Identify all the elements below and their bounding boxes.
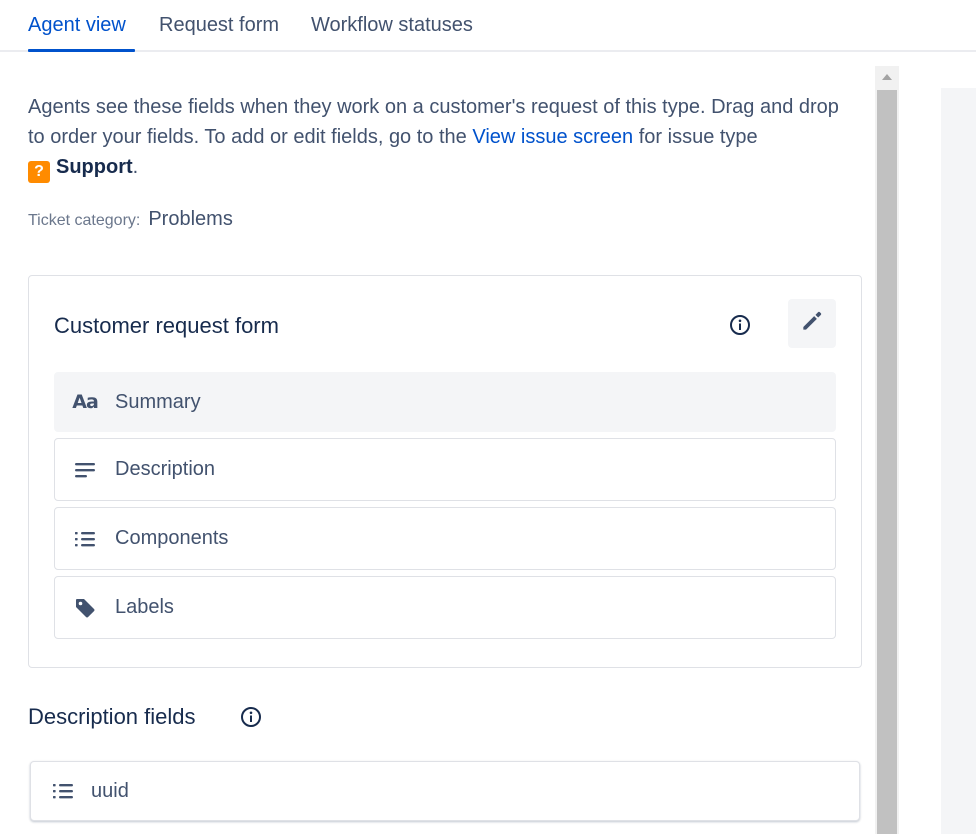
field-row-summary[interactable]: Aa Summary	[54, 372, 836, 432]
field-label-uuid: uuid	[91, 779, 129, 802]
ticket-category: Ticket category: Problems	[28, 208, 233, 231]
label-tag-icon	[71, 596, 99, 620]
description-field-row-uuid[interactable]: uuid	[30, 761, 860, 821]
active-tab-indicator	[28, 49, 135, 52]
support-issue-type-icon: ?	[28, 161, 50, 183]
info-icon[interactable]	[239, 705, 263, 729]
view-issue-screen-link[interactable]: View issue screen	[472, 126, 633, 148]
tab-request-form[interactable]: Request form	[159, 14, 279, 37]
customer-request-form-title: Customer request form	[54, 313, 279, 338]
right-side-panel	[941, 88, 976, 834]
vertical-scrollbar[interactable]	[875, 66, 899, 834]
text-format-icon: Aa	[72, 391, 99, 413]
description-fields-title: Description fields	[28, 704, 196, 729]
scroll-up-arrow-icon[interactable]	[875, 66, 899, 88]
ticket-category-label: Ticket category:	[28, 212, 141, 229]
customer-request-form-card: Customer request form Aa Summary Descrip…	[28, 275, 862, 668]
tab-bar: Agent view Request form Workflow statuse…	[0, 0, 976, 52]
issue-type-name: Support	[56, 156, 133, 178]
bulleted-list-icon	[71, 530, 99, 548]
info-icon[interactable]	[728, 313, 752, 337]
field-row-components[interactable]: Components	[54, 507, 836, 570]
edit-form-button[interactable]	[788, 299, 836, 348]
field-label-components: Components	[115, 527, 229, 549]
ticket-category-value: Problems	[148, 208, 233, 230]
field-label-description: Description	[115, 458, 216, 480]
intro-text-after-link: for issue type	[633, 126, 758, 148]
field-label-labels: Labels	[115, 596, 174, 618]
field-row-labels[interactable]: Labels	[54, 576, 836, 639]
intro-text: Agents see these fields when they work o…	[28, 92, 858, 183]
scrollbar-thumb[interactable]	[877, 90, 897, 834]
tab-agent-view[interactable]: Agent view	[28, 14, 126, 37]
intro-period: .	[132, 156, 139, 178]
field-row-description[interactable]: Description	[54, 438, 836, 501]
description-lines-icon	[71, 461, 99, 479]
pencil-icon	[799, 308, 825, 339]
field-label-summary: Summary	[115, 390, 201, 413]
bulleted-list-icon	[49, 782, 77, 800]
tab-workflow-statuses[interactable]: Workflow statuses	[311, 14, 473, 37]
